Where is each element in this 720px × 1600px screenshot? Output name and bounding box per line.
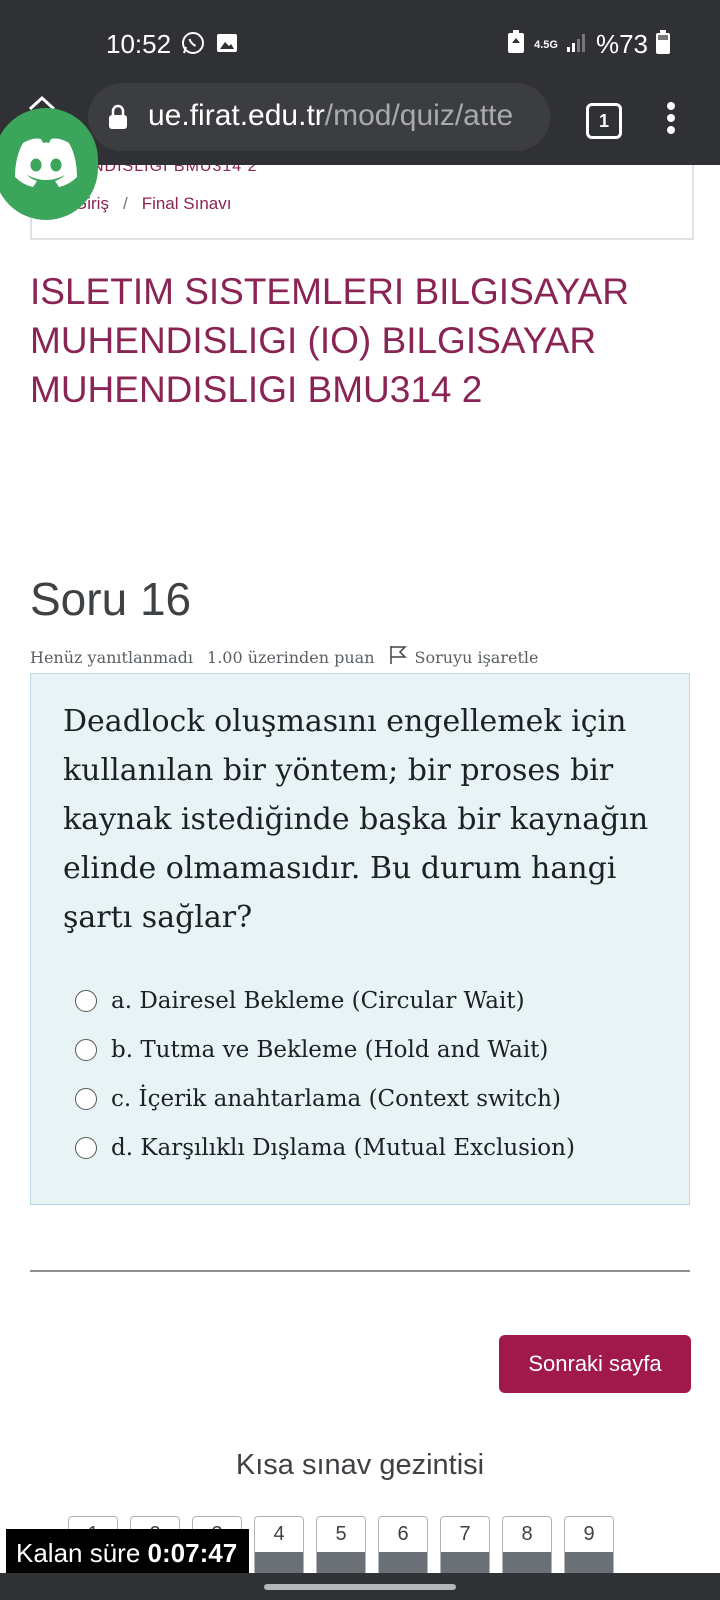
radio-button[interactable] bbox=[75, 989, 97, 1012]
answer-option-b[interactable]: b. Tutma ve Bekleme (Hold and Wait) bbox=[75, 1025, 575, 1074]
battery-percent: %73 bbox=[595, 29, 648, 59]
question-status: Henüz yanıtlanmadı bbox=[30, 647, 194, 667]
battery-icon bbox=[656, 30, 670, 59]
quiz-navigation-title: Kısa sınav gezintisi bbox=[235, 1449, 485, 1481]
divider bbox=[30, 1270, 690, 1272]
timer-label: Kalan süre bbox=[16, 1538, 141, 1568]
address-bar[interactable]: ue.firat.edu.tr/mod/quiz/atte bbox=[88, 83, 550, 151]
timer-value: 0:07:47 bbox=[147, 1538, 238, 1568]
question-info: Henüz yanıtlanmadı 1.00 üzerinden puan S… bbox=[30, 645, 538, 669]
breadcrumb-item-final-sinavi[interactable]: Final Sınavı bbox=[142, 194, 232, 214]
answer-label: c. İçerik anahtarlama (Context switch) bbox=[111, 1085, 561, 1112]
discord-chat-bubble[interactable] bbox=[0, 108, 98, 220]
answer-option-d[interactable]: d. Karşılıklı Dışlama (Mutual Exclusion) bbox=[75, 1123, 575, 1172]
quiz-nav-button-6[interactable]: 6 bbox=[378, 1516, 428, 1576]
radio-button[interactable] bbox=[75, 1136, 97, 1159]
question-box: Deadlock oluşmasını engellemek için kull… bbox=[30, 673, 690, 1205]
more-options-icon[interactable] bbox=[664, 100, 678, 141]
discord-icon bbox=[11, 135, 81, 194]
answer-option-c[interactable]: c. İçerik anahtarlama (Context switch) bbox=[75, 1074, 575, 1123]
status-time: 10:52 bbox=[106, 29, 172, 59]
answer-label: a. Dairesel Bekleme (Circular Wait) bbox=[111, 987, 525, 1014]
course-title: ISLETIM SISTEMLERI BILGISAYAR MUHENDISLI… bbox=[30, 271, 630, 410]
question-text: Deadlock oluşmasını engellemek için kull… bbox=[63, 704, 649, 935]
breadcrumb-separator: / bbox=[122, 194, 128, 213]
whatsapp-icon bbox=[181, 31, 205, 60]
question-points: 1.00 üzerinden puan bbox=[207, 647, 375, 667]
radio-button[interactable] bbox=[75, 1087, 97, 1110]
flag-question-link[interactable]: Soruyu işaretle bbox=[389, 645, 539, 669]
home-gesture-handle[interactable] bbox=[264, 1584, 456, 1590]
url-text: ue.firat.edu.tr/mod/quiz/atte bbox=[148, 99, 514, 132]
network-type: 4.5G bbox=[534, 38, 558, 51]
flag-question-label: Soruyu işaretle bbox=[414, 647, 539, 667]
quiz-nav-button-5[interactable]: 5 bbox=[316, 1516, 366, 1576]
radio-button[interactable] bbox=[75, 1038, 97, 1061]
answer-label: b. Tutma ve Bekleme (Hold and Wait) bbox=[111, 1036, 549, 1063]
quiz-nav-button-4[interactable]: 4 bbox=[254, 1516, 304, 1576]
signal-icon bbox=[566, 31, 588, 58]
answer-list: a. Dairesel Bekleme (Circular Wait) b. T… bbox=[75, 976, 575, 1172]
quiz-nav-button-8[interactable]: 8 bbox=[502, 1516, 552, 1576]
answer-label: d. Karşılıklı Dışlama (Mutual Exclusion) bbox=[111, 1134, 575, 1161]
quiz-nav-button-9[interactable]: 9 bbox=[564, 1516, 614, 1576]
remaining-time: Kalan süre 0:07:47 bbox=[6, 1529, 249, 1577]
tab-switcher-button[interactable]: 1 bbox=[586, 103, 622, 139]
browser-top-bar: 10:52 4.5G %73 ue.firat.edu.tr/mod/quiz/… bbox=[0, 0, 720, 165]
image-icon bbox=[215, 31, 239, 60]
flag-icon bbox=[389, 645, 407, 669]
lock-icon bbox=[108, 104, 128, 135]
next-page-button[interactable]: Sonraki sayfa bbox=[499, 1335, 691, 1393]
quiz-nav-button-7[interactable]: 7 bbox=[440, 1516, 490, 1576]
breadcrumb: Giriş / Final Sınavı bbox=[74, 194, 231, 214]
battery-saver-icon bbox=[506, 29, 526, 60]
answer-option-a[interactable]: a. Dairesel Bekleme (Circular Wait) bbox=[75, 976, 575, 1025]
question-number: Soru 16 bbox=[30, 573, 192, 625]
